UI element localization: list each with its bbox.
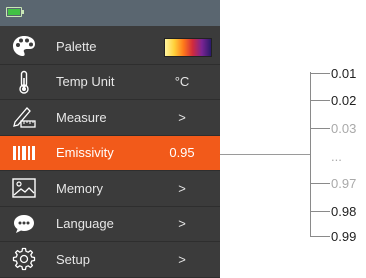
menu-item-value: 0.95: [169, 145, 195, 161]
menu-item-language[interactable]: Language >: [0, 207, 220, 242]
menu-item-value: >: [178, 180, 186, 196]
emissivity-option[interactable]: 0.99: [310, 228, 356, 244]
menu-item-label: Temp Unit: [56, 74, 115, 90]
menu-item-value: >: [178, 109, 186, 125]
option-label: 0.02: [331, 92, 357, 108]
option-label: ...: [331, 148, 342, 164]
gear-icon: [12, 247, 36, 271]
option-tick: [310, 99, 330, 101]
menu-item-measure[interactable]: Measure >: [0, 100, 220, 136]
menu-item-label: Memory: [56, 180, 103, 196]
device-screen: Palette Temp Unit °C Measure > Emissivit…: [0, 0, 220, 278]
palette-icon: [12, 34, 36, 58]
emissivity-option[interactable]: 0.01: [310, 65, 356, 81]
thermometer-icon: [12, 70, 36, 94]
menu-item-emissivity[interactable]: Emissivity 0.95: [0, 135, 220, 171]
emissivity-option[interactable]: 0.97: [310, 175, 356, 191]
option-label: 0.03: [331, 120, 357, 136]
emissivity-option-ellipsis: ...: [310, 148, 342, 164]
menu-item-value: >: [178, 251, 186, 267]
emissivity-option[interactable]: 0.03: [310, 120, 356, 136]
emissivity-option[interactable]: 0.98: [310, 203, 356, 219]
menu-item-setup[interactable]: Setup >: [0, 242, 220, 278]
option-label: 0.01: [331, 65, 357, 81]
option-label: 0.98: [331, 203, 357, 219]
emissivity-icon: [12, 141, 36, 165]
menu-item-temp-unit[interactable]: Temp Unit °C: [0, 65, 220, 100]
palette-preview: [164, 38, 212, 57]
option-tick: [310, 72, 330, 74]
emissivity-connector-line: [220, 154, 310, 155]
emissivity-option[interactable]: 0.02: [310, 92, 356, 108]
battery-icon: [6, 7, 22, 17]
menu-item-value: >: [178, 216, 186, 232]
ruler-pencil-icon: [12, 105, 36, 129]
option-label: 0.97: [331, 175, 357, 191]
menu-item-label: Emissivity: [56, 145, 114, 161]
option-tick: [310, 127, 330, 129]
option-tick: [310, 235, 330, 237]
image-icon: [12, 176, 36, 200]
menu-item-label: Language: [56, 216, 114, 232]
battery-tip: [22, 10, 24, 14]
menu-item-memory[interactable]: Memory >: [0, 171, 220, 207]
option-label: 0.99: [331, 228, 357, 244]
menu-item-palette[interactable]: Palette: [0, 29, 220, 65]
status-bar: [0, 0, 220, 26]
menu-item-label: Measure: [56, 109, 107, 125]
chat-bubble-icon: [12, 212, 36, 236]
option-tick: [310, 210, 330, 212]
option-tick: [310, 182, 330, 184]
main-menu: Palette Temp Unit °C Measure > Emissivit…: [0, 29, 220, 278]
menu-item-label: Setup: [56, 251, 90, 267]
menu-item-value: °C: [174, 74, 190, 90]
